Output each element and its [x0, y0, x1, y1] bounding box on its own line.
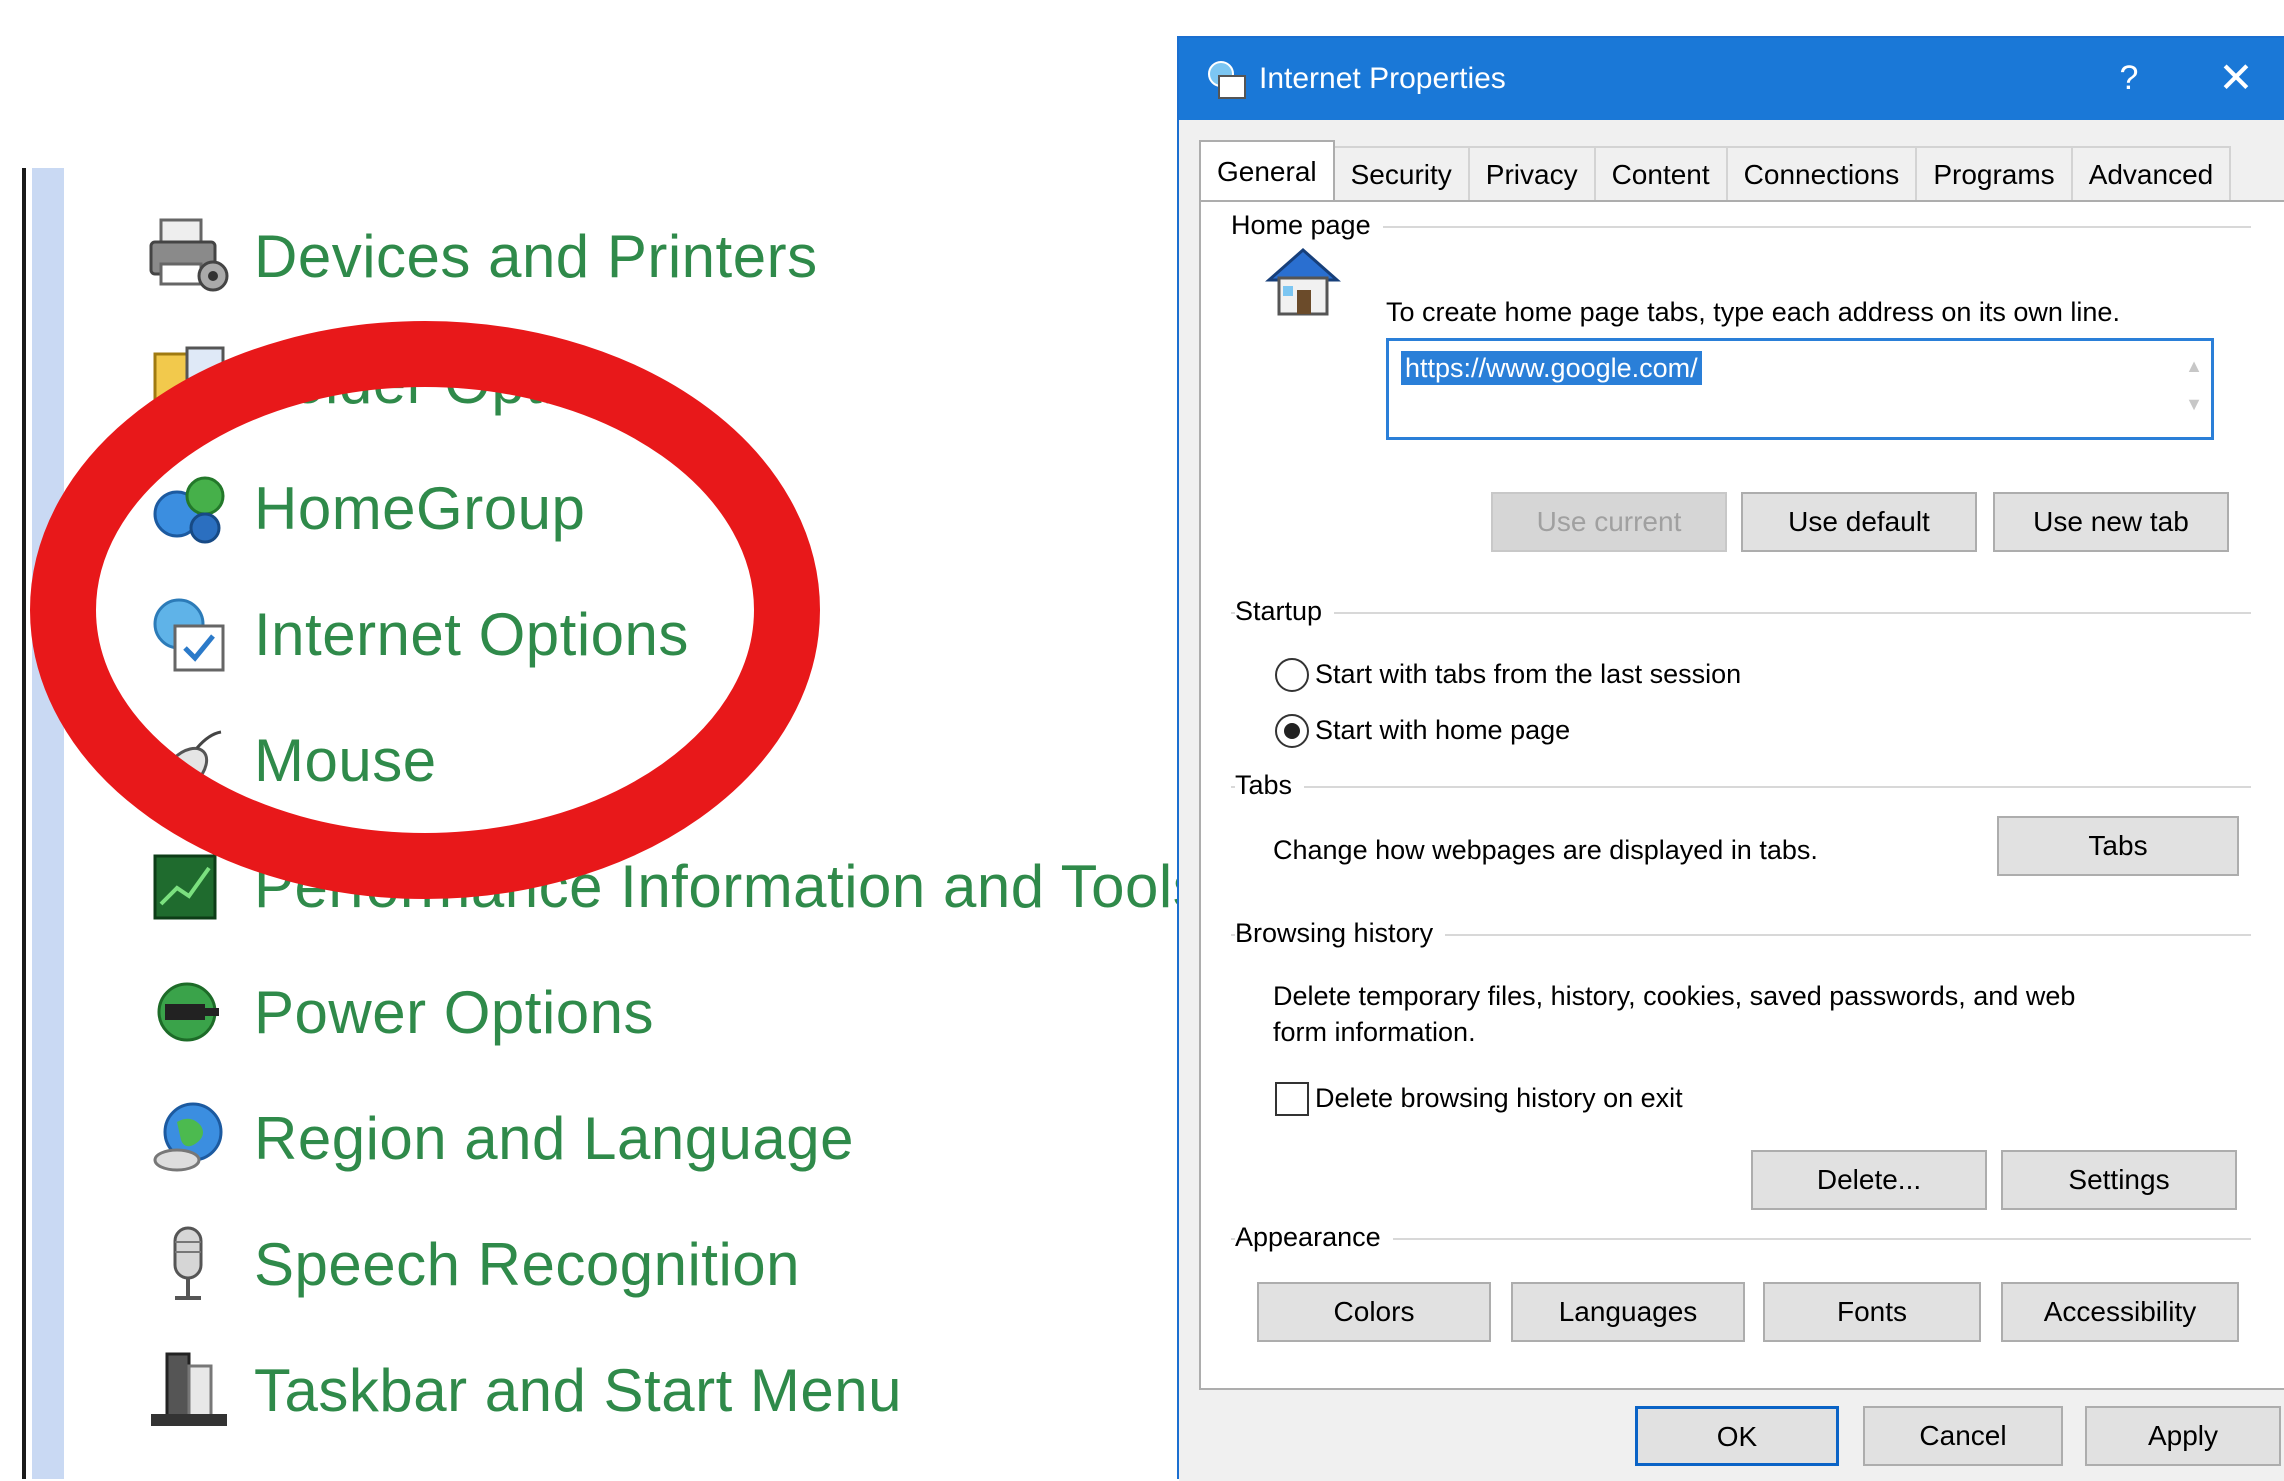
- use-default-button[interactable]: Use default: [1741, 492, 1977, 552]
- highlight-circle: [30, 321, 820, 899]
- microphone-icon: [146, 1221, 232, 1307]
- window-edge-line: [22, 168, 26, 1479]
- browsing-history-heading: Browsing history: [1235, 918, 1446, 949]
- tabs-settings-button[interactable]: Tabs: [1997, 816, 2239, 876]
- tab-programs[interactable]: Programs: [1915, 146, 2073, 200]
- cp-item-label: Devices and Printers: [254, 222, 818, 290]
- history-settings-button[interactable]: Settings: [2001, 1150, 2237, 1210]
- tab-security[interactable]: Security: [1332, 146, 1470, 200]
- group-divider: [1231, 612, 2251, 614]
- tab-general[interactable]: General: [1199, 140, 1335, 200]
- general-tab-panel: Home page To create home page tabs, type…: [1199, 200, 2284, 1390]
- cp-item-label: Power Options: [254, 978, 655, 1046]
- radio-last-session[interactable]: [1275, 658, 1309, 692]
- browsing-history-description: Delete temporary files, history, cookies…: [1273, 981, 2076, 1011]
- apply-button[interactable]: Apply: [2085, 1406, 2281, 1466]
- tab-privacy[interactable]: Privacy: [1467, 146, 1596, 200]
- home-page-hint: To create home page tabs, type each addr…: [1386, 297, 2120, 327]
- home-page-heading: Home page: [1231, 210, 1383, 241]
- dialog-footer: OK Cancel Apply: [1179, 1390, 2284, 1481]
- printer-icon: [146, 213, 232, 299]
- appearance-heading: Appearance: [1235, 1222, 1393, 1253]
- globe-icon: [146, 1095, 232, 1181]
- tab-strip: General Security Privacy Content Connect…: [1199, 140, 2232, 202]
- tabs-heading: Tabs: [1235, 770, 1305, 801]
- control-panel-list: Devices and Printers Folder Options Home…: [0, 0, 1203, 1479]
- tab-advanced[interactable]: Advanced: [2070, 146, 2232, 200]
- browsing-history-description-2: form information.: [1273, 1017, 1476, 1047]
- cp-item-devices-and-printers[interactable]: Devices and Printers: [146, 206, 818, 306]
- tab-content[interactable]: Content: [1593, 146, 1728, 200]
- use-new-tab-button[interactable]: Use new tab: [1993, 492, 2229, 552]
- home-icon: [1263, 242, 1343, 322]
- titlebar: Internet Properties ? ✕: [1179, 38, 2284, 120]
- delete-on-exit-label[interactable]: Delete browsing history on exit: [1315, 1080, 1683, 1116]
- ok-button[interactable]: OK: [1635, 1406, 1839, 1466]
- cp-item-label: Taskbar and Start Menu: [254, 1356, 903, 1424]
- internet-properties-dialog: Internet Properties ? ✕ General Security…: [1177, 36, 2284, 1481]
- colors-button[interactable]: Colors: [1257, 1282, 1491, 1342]
- cp-item-taskbar-and-start-menu[interactable]: Taskbar and Start Menu: [146, 1340, 902, 1440]
- cp-item-label: Region and Language: [254, 1104, 855, 1172]
- startup-heading: Startup: [1235, 596, 1335, 627]
- close-button[interactable]: ✕: [2199, 52, 2273, 104]
- cp-item-speech-recognition[interactable]: Speech Recognition: [146, 1214, 800, 1314]
- home-page-url-field[interactable]: https://www.google.com/ ▲ ▼: [1386, 338, 2214, 440]
- url-scroll-arrows[interactable]: ▲ ▼: [2181, 347, 2207, 433]
- home-page-url-text: https://www.google.com/: [1401, 351, 1702, 385]
- tabs-description: Change how webpages are displayed in tab…: [1273, 835, 1818, 865]
- radio-selected-dot: [1284, 723, 1300, 739]
- accessibility-button[interactable]: Accessibility: [2001, 1282, 2239, 1342]
- use-current-button[interactable]: Use current: [1491, 492, 1727, 552]
- radio-home-page[interactable]: [1275, 714, 1309, 748]
- taskbar-icon: [146, 1347, 232, 1433]
- group-divider: [1231, 226, 2251, 228]
- power-options-icon: [146, 969, 232, 1055]
- cp-item-region-and-language[interactable]: Region and Language: [146, 1088, 854, 1188]
- tab-connections[interactable]: Connections: [1725, 146, 1918, 200]
- radio-home-page-label[interactable]: Start with home page: [1315, 712, 1570, 748]
- radio-last-session-label[interactable]: Start with tabs from the last session: [1315, 656, 1741, 692]
- help-button[interactable]: ?: [2099, 52, 2159, 104]
- cp-item-power-options[interactable]: Power Options: [146, 962, 654, 1062]
- group-divider: [1231, 786, 2251, 788]
- delete-history-button[interactable]: Delete...: [1751, 1150, 1987, 1210]
- internet-properties-icon: [1205, 58, 1249, 102]
- dialog-title: Internet Properties: [1259, 62, 1506, 95]
- cp-item-label: Speech Recognition: [254, 1230, 801, 1298]
- fonts-button[interactable]: Fonts: [1763, 1282, 1981, 1342]
- languages-button[interactable]: Languages: [1511, 1282, 1745, 1342]
- cancel-button[interactable]: Cancel: [1863, 1406, 2063, 1466]
- delete-on-exit-checkbox[interactable]: [1275, 1082, 1309, 1116]
